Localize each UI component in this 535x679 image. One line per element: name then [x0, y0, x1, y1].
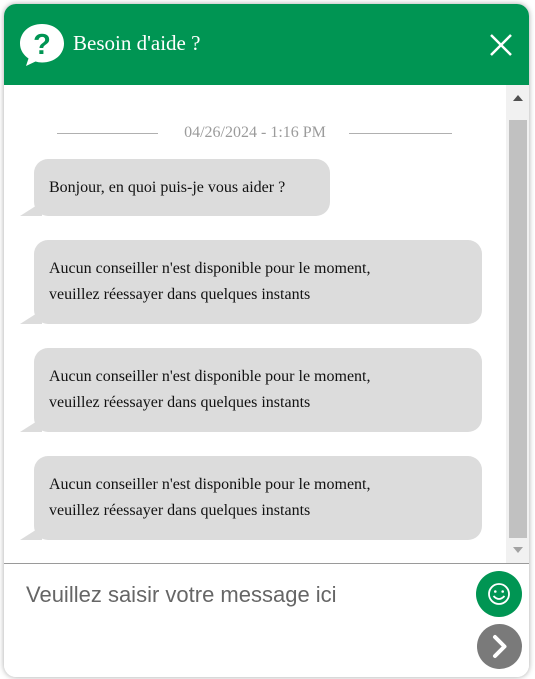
message-text: Aucun conseiller n'est disponible pour l…: [49, 368, 371, 385]
message-text: Aucun conseiller n'est disponible pour l…: [49, 476, 371, 493]
close-icon[interactable]: [488, 32, 514, 58]
date-separator: 04/26/2024 - 1:16 PM: [4, 124, 506, 144]
chevron-right-icon: [493, 635, 507, 658]
message-bubble: Aucun conseiller n'est disponible pour l…: [20, 240, 482, 324]
message-bubble: Bonjour, en quoi puis-je vous aider ?: [20, 159, 330, 216]
message-text: veuillez réessayer dans quelques instant…: [49, 394, 311, 411]
scrollbar-thumb[interactable]: [509, 120, 527, 538]
question-bubble-icon: ?: [20, 24, 64, 66]
chat-header: ? Besoin d'aide ?: [4, 4, 529, 85]
composer: [4, 564, 529, 677]
message-input[interactable]: [24, 574, 468, 616]
message-bubble: Aucun conseiller n'est disponible pour l…: [20, 348, 482, 432]
message-scrollbar[interactable]: [506, 85, 529, 563]
send-button[interactable]: [477, 624, 522, 669]
message-bubble: Aucun conseiller n'est disponible pour l…: [20, 456, 482, 540]
emoji-button[interactable]: [476, 571, 522, 617]
chat-widget: ? Besoin d'aide ? 04/26/2024 - 1:16 PM B…: [4, 4, 529, 677]
svg-text:?: ?: [33, 29, 51, 61]
message-text: veuillez réessayer dans quelques instant…: [49, 286, 311, 303]
divider: [349, 133, 452, 134]
message-list: 04/26/2024 - 1:16 PM Bonjour, en quoi pu…: [4, 85, 506, 563]
scroll-down-arrow-icon[interactable]: [506, 541, 529, 561]
message-text: veuillez réessayer dans quelques instant…: [49, 502, 311, 519]
scroll-up-arrow-icon[interactable]: [506, 87, 529, 107]
message-text: Aucun conseiller n'est disponible pour l…: [49, 260, 371, 277]
chat-title: Besoin d'aide ?: [73, 31, 201, 55]
message-text: Bonjour, en quoi puis-je vous aider ?: [49, 179, 286, 196]
emoji-smile-icon: [488, 583, 510, 605]
